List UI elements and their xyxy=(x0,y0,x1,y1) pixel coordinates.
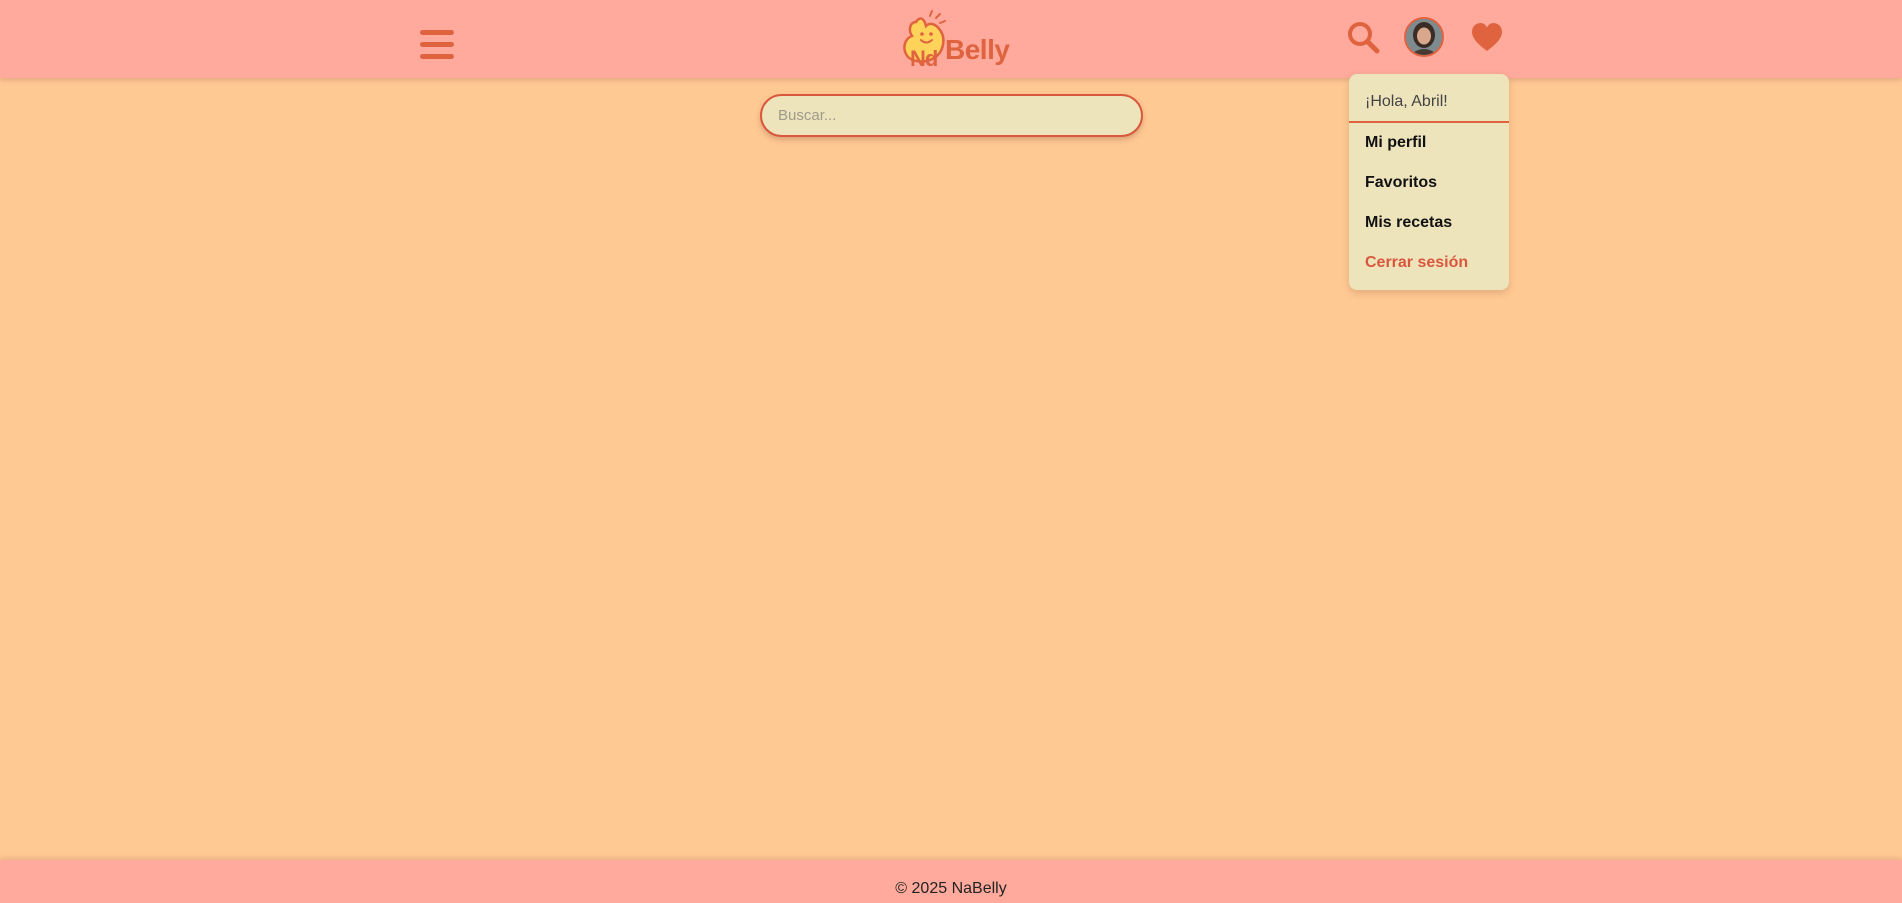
footer-copyright: © 2025 NaBelly xyxy=(895,880,1007,897)
search-input[interactable] xyxy=(760,94,1143,137)
avatar-photo-icon xyxy=(1406,19,1442,55)
hamburger-menu-icon[interactable] xyxy=(420,30,454,60)
heart-icon[interactable] xyxy=(1470,22,1504,52)
menu-item-favorites[interactable]: Favoritos xyxy=(1365,174,1437,192)
page-footer: © 2025 NaBelly xyxy=(0,860,1902,903)
search-icon[interactable] xyxy=(1346,20,1380,54)
logo-wordmark: Belly xyxy=(945,34,1010,65)
logo-monogram: Nd xyxy=(910,46,938,71)
menu-item-logout[interactable]: Cerrar sesión xyxy=(1365,254,1468,272)
nabelly-logo[interactable]: Nd Belly xyxy=(900,8,1010,71)
menu-item-profile[interactable]: Mi perfil xyxy=(1365,134,1426,152)
top-navbar: Nd Belly xyxy=(0,0,1902,78)
menu-item-my-recipes[interactable]: Mis recetas xyxy=(1365,214,1452,232)
user-avatar[interactable] xyxy=(1404,17,1444,57)
menu-divider xyxy=(1349,121,1509,123)
user-greeting: ¡Hola, Abril! xyxy=(1365,93,1448,110)
user-dropdown-menu: ¡Hola, Abril! Mi perfil Favoritos Mis re… xyxy=(1349,74,1509,290)
